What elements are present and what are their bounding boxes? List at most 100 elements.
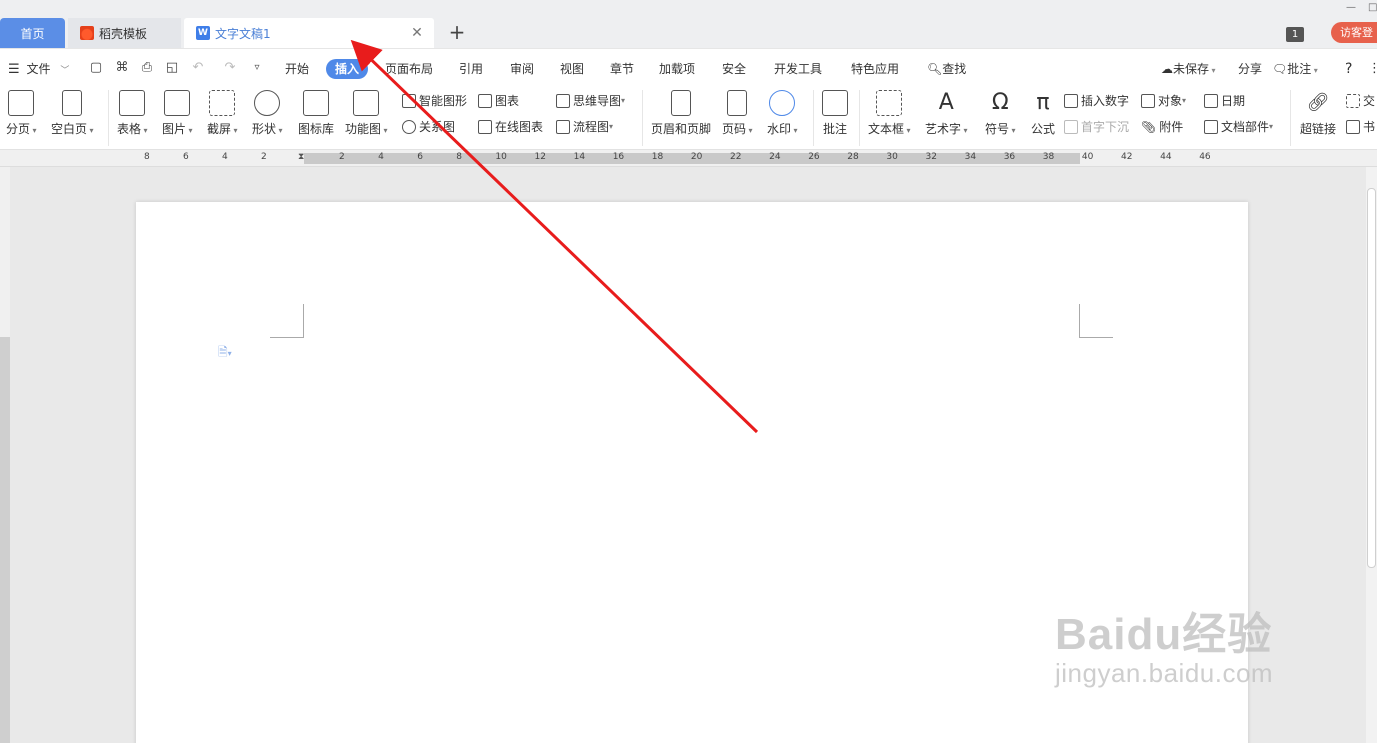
number-123-icon <box>1064 93 1078 108</box>
doc-parts-label: 文档部件 <box>1221 120 1270 134</box>
menu-review[interactable]: 审阅 <box>510 59 534 79</box>
indent-marker-icon[interactable]: ⧗ <box>298 152 304 162</box>
help-icon[interactable]: ? <box>1345 59 1352 79</box>
header-footer-label: 页眉和页脚 <box>651 122 712 136</box>
menu-search-label: 查找 <box>942 62 967 76</box>
doc-parts-button[interactable]: 文档部件 ▾ <box>1204 118 1273 135</box>
ruler-number: 2 <box>261 152 267 162</box>
watermark-button[interactable]: 水印 ▾ <box>767 90 798 137</box>
insert-number-button[interactable]: 插入数字 <box>1064 92 1129 109</box>
symbol-button[interactable]: Ω 符号 ▾ <box>985 90 1016 137</box>
paragraph-layout-icon[interactable]: 🗎︎▾ <box>218 343 232 364</box>
menu-addins[interactable]: 加载项 <box>659 59 695 79</box>
chart-button[interactable]: 图表 <box>478 92 519 109</box>
ruler-number: 16 <box>612 152 625 162</box>
smart-shape-button[interactable]: 智能图形 <box>402 92 467 109</box>
ruler-number: 32 <box>925 152 937 162</box>
object-button[interactable]: 对象 ▾ <box>1141 92 1186 109</box>
flowchart-button[interactable]: 流程图 ▾ <box>556 118 613 135</box>
blank-page-button[interactable]: 空白页 ▾ <box>51 90 94 137</box>
new-tab-plus-icon[interactable]: + <box>447 22 467 42</box>
menu-developer[interactable]: 开发工具 <box>774 59 822 79</box>
tab-document[interactable]: W 文字文稿1 ✕ <box>184 18 434 48</box>
mind-map-label: 思维导图 <box>573 94 622 108</box>
function-chart-button[interactable]: 功能图 ▾ <box>345 90 388 137</box>
menu-search[interactable]: 🔍︎查找 <box>927 59 966 79</box>
cloud-save-status[interactable]: ☁未保存 ▾ <box>1161 59 1216 79</box>
menu-start[interactable]: 开始 <box>285 59 309 79</box>
table-button[interactable]: 表格 ▾ <box>117 90 148 137</box>
hamburger-icon: ☰ <box>8 62 20 77</box>
visitor-login-button[interactable]: 访客登 <box>1331 22 1377 43</box>
redo-icon[interactable]: ↷ <box>222 60 238 76</box>
print-icon[interactable]: ⎙ <box>139 60 155 76</box>
comment-menu-button[interactable]: 🗨︎批注 ▾ <box>1272 59 1318 79</box>
mind-map-button[interactable]: 思维导图 ▾ <box>556 92 625 109</box>
vertical-scrollbar[interactable] <box>1366 167 1377 743</box>
formula-button[interactable]: π 公式 <box>1030 90 1056 137</box>
tab-home[interactable]: 首页 <box>0 18 65 48</box>
ruler-number: 28 <box>847 152 859 162</box>
horizontal-ruler[interactable]: 8 6 4 2 ⧗ 2 4 6 8 10 12 14 16 18 20 22 24 26 28 30 32 34… <box>0 150 1377 167</box>
menu-insert[interactable]: 插入 <box>326 59 369 79</box>
picture-button[interactable]: 图片 ▾ <box>162 90 193 137</box>
drop-cap-label: 首字下沉 <box>1081 120 1130 134</box>
drop-cap-icon <box>1064 119 1078 134</box>
icon-library-label: 图标库 <box>298 122 335 136</box>
page-number-button[interactable]: 页码 ▾ <box>722 90 753 137</box>
menu-special-apps[interactable]: 特色应用 <box>851 59 899 79</box>
undo-icon[interactable]: ↶ <box>190 60 206 76</box>
quick-access-dropdown-icon[interactable]: ▿ <box>249 60 265 76</box>
menu-file[interactable]: ☰ 文件 ﹀ <box>8 59 69 79</box>
vertical-ruler[interactable] <box>0 167 10 743</box>
table-label: 表格 <box>117 122 142 136</box>
smart-shape-label: 智能图形 <box>419 94 468 108</box>
art-text-button[interactable]: A 艺术字 ▾ <box>925 90 968 137</box>
textbox-icon <box>876 90 903 116</box>
menu-reference[interactable]: 引用 <box>459 59 483 79</box>
ruler-number: 4 <box>222 152 228 162</box>
bookmark-button[interactable]: 书 <box>1346 118 1375 135</box>
relation-chart-button[interactable]: 关系图 <box>402 118 455 135</box>
tab-template[interactable]: 稻壳模板 <box>68 18 181 48</box>
symbol-label: 符号 <box>985 122 1010 136</box>
shape-button[interactable]: 形状 ▾ <box>252 90 283 137</box>
attachment-label: 附件 <box>1159 120 1184 134</box>
print-preview-icon[interactable]: ◱ <box>164 60 180 76</box>
ruler-number: 30 <box>886 152 898 162</box>
shape-label: 形状 <box>252 122 277 136</box>
ruler-number: 12 <box>534 152 546 162</box>
hyperlink-button[interactable]: 🔗︎ 超链接 <box>1300 90 1336 137</box>
menu-view[interactable]: 视图 <box>560 59 584 79</box>
menu-security[interactable]: 安全 <box>722 59 746 79</box>
page-break-button[interactable]: 分页 ▾ <box>6 90 37 137</box>
icon-library-button[interactable]: 图标库 <box>298 90 334 137</box>
more-icon[interactable]: ⋮ <box>1368 59 1377 79</box>
ribbon-divider <box>642 90 643 146</box>
ruler-number: 42 <box>1121 152 1133 162</box>
save-icon[interactable]: ▢ <box>88 60 104 76</box>
date-button[interactable]: 日期 <box>1204 92 1245 109</box>
menu-page-layout[interactable]: 页面布局 <box>385 59 433 79</box>
online-chart-button[interactable]: 在线图表 <box>478 118 543 135</box>
minimize-icon[interactable]: — <box>1346 2 1356 13</box>
insert-number-label: 插入数字 <box>1081 94 1130 108</box>
textbox-button[interactable]: 文本框 ▾ <box>868 90 911 137</box>
flowchart-label: 流程图 <box>573 120 610 134</box>
close-icon[interactable]: ✕ <box>410 26 424 40</box>
unsaved-label: 未保存 <box>1173 62 1210 76</box>
header-footer-button[interactable]: 页眉和页脚 <box>651 90 711 137</box>
scrollbar-thumb[interactable] <box>1367 188 1376 568</box>
maximize-icon[interactable]: □ <box>1368 2 1377 13</box>
annotation-button[interactable]: 批注 <box>822 90 848 137</box>
chevron-down-icon: ▾ <box>1311 66 1318 75</box>
cross-reference-button[interactable]: 交 <box>1346 92 1375 109</box>
online-chart-icon <box>478 119 492 134</box>
window-count-badge[interactable]: 1 <box>1286 27 1304 42</box>
format-painter-icon[interactable]: ⌘ <box>114 60 130 76</box>
drop-cap-button[interactable]: 首字下沉 <box>1064 118 1129 135</box>
screenshot-button[interactable]: 截屏 ▾ <box>207 90 238 137</box>
menu-chapter[interactable]: 章节 <box>610 59 634 79</box>
share-button[interactable]: 分享 <box>1238 59 1262 79</box>
attachment-button[interactable]: 📎︎ 附件 <box>1141 118 1183 135</box>
